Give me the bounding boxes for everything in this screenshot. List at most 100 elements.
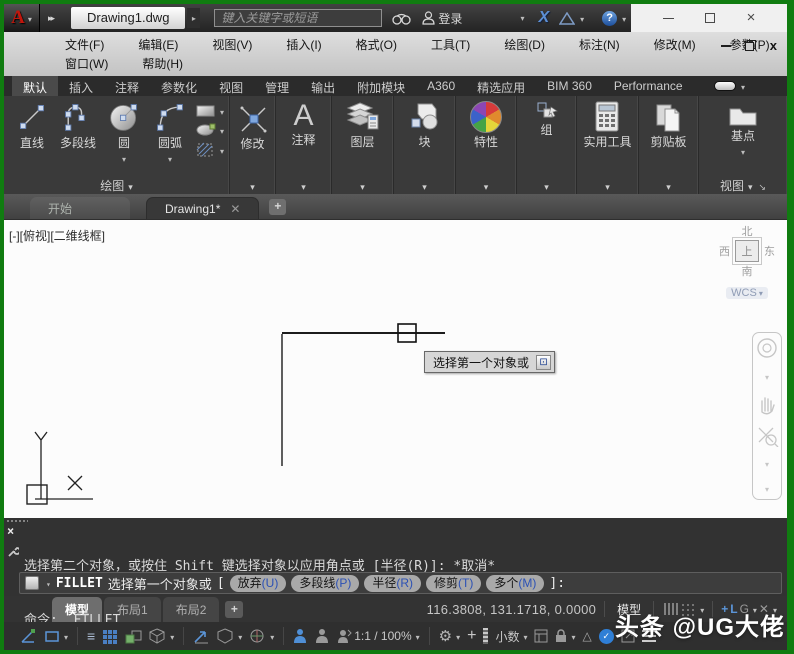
ribbon-tab-addins[interactable]: 附加模块 xyxy=(346,76,416,96)
workspace-switching-button[interactable] xyxy=(439,627,460,645)
annotation-scale-button[interactable]: 1:1 / 100% xyxy=(337,628,419,644)
selection-cycling-button[interactable] xyxy=(125,629,142,644)
ellipse-tool[interactable] xyxy=(195,122,224,137)
quick-properties-button[interactable] xyxy=(534,629,548,643)
pan-hand-icon[interactable] xyxy=(756,392,778,416)
option-multiple-button[interactable]: 多个(M) xyxy=(486,574,545,592)
viewcube[interactable]: 北 西 上 东 南 WCS xyxy=(712,223,782,299)
annotate-panel-footer[interactable] xyxy=(276,177,331,194)
dynamic-ucs-button[interactable] xyxy=(249,628,274,644)
doc-close-button[interactable] xyxy=(770,38,777,53)
app-menu-button[interactable]: A xyxy=(4,4,40,32)
tooltip-options-button[interactable] xyxy=(536,354,552,370)
signin-button[interactable]: 登录 xyxy=(422,10,462,27)
recent-commands-icon[interactable] xyxy=(25,576,39,590)
recent-commands-caret-icon[interactable] xyxy=(44,576,51,591)
lineweight-display-button[interactable] xyxy=(87,628,95,644)
menu-insert[interactable]: 插入(I) xyxy=(269,36,338,53)
search-button[interactable] xyxy=(392,12,412,25)
exchange-apps-icon[interactable]: X xyxy=(538,9,549,27)
viewcube-south[interactable]: 南 xyxy=(712,263,782,279)
hatch-tool[interactable] xyxy=(195,141,224,158)
properties-tool[interactable]: 特性 xyxy=(464,101,508,177)
signin-caret-icon[interactable] xyxy=(518,14,524,23)
isolate-objects-icon[interactable] xyxy=(582,629,591,643)
object-snap-3d-button[interactable] xyxy=(217,628,242,644)
ribbon-tab-annotate[interactable]: 注释 xyxy=(104,76,150,96)
basepoint-dropdown-icon[interactable] xyxy=(741,144,745,158)
zoom-extents-icon[interactable] xyxy=(755,423,779,447)
transparency-button[interactable] xyxy=(102,629,118,644)
block-tool[interactable]: 块 xyxy=(402,101,448,177)
ribbon-tab-a360[interactable]: A360 xyxy=(416,76,466,96)
option-trim-button[interactable]: 修剪(T) xyxy=(426,574,482,592)
basepoint-tool[interactable]: 基点 xyxy=(720,101,766,177)
rectangle-tool[interactable] xyxy=(195,103,224,118)
close-button[interactable] xyxy=(747,13,756,23)
polar-tracking-button[interactable] xyxy=(20,628,37,644)
steering-wheel-icon[interactable] xyxy=(755,336,779,360)
menu-modify[interactable]: 修改(M) xyxy=(637,36,713,53)
quick-access-expand-button[interactable]: ▸▸ xyxy=(40,11,61,26)
menu-file[interactable]: 文件(F) xyxy=(48,36,121,53)
circle-dropdown-icon[interactable] xyxy=(122,151,126,165)
draw-panel-footer[interactable]: 绘图 xyxy=(4,177,229,194)
command-input-line[interactable]: FILLET 选择第一个对象或 [ 放弃(U) 多段线(P) 半径(R) 修剪(… xyxy=(19,572,782,594)
ribbon-collapse-button[interactable] xyxy=(713,76,745,96)
new-drawing-button[interactable] xyxy=(269,199,287,215)
minimize-button[interactable] xyxy=(662,17,674,19)
search-input[interactable] xyxy=(214,9,383,27)
polyline-tool[interactable]: 多段线 xyxy=(55,101,101,177)
group-panel-footer[interactable] xyxy=(517,177,576,194)
annotation-monitor-button[interactable] xyxy=(467,627,476,645)
menu-draw[interactable]: 绘图(D) xyxy=(487,36,562,53)
osnap-3d-button[interactable] xyxy=(149,628,174,644)
clipboard-panel-footer[interactable] xyxy=(639,177,698,194)
properties-panel-footer[interactable] xyxy=(456,177,516,194)
file-tab-close-icon[interactable] xyxy=(230,202,240,216)
arc-tool[interactable]: 圆弧 xyxy=(147,101,193,177)
file-tab-drawing1[interactable]: Drawing1* xyxy=(146,197,260,219)
modify-panel-footer[interactable] xyxy=(230,177,275,194)
wcs-dropdown[interactable]: WCS xyxy=(726,287,768,299)
ribbon-tab-manage[interactable]: 管理 xyxy=(254,76,300,96)
menu-window[interactable]: 窗口(W) xyxy=(48,55,125,72)
title-dropdown-button[interactable]: ▸ xyxy=(187,8,201,28)
block-panel-footer[interactable] xyxy=(394,177,455,194)
menu-tools[interactable]: 工具(T) xyxy=(414,36,487,53)
command-customize-wrench-icon[interactable] xyxy=(6,546,19,559)
isometric-drafting-button[interactable] xyxy=(44,629,68,643)
menu-format[interactable]: 格式(O) xyxy=(339,36,414,53)
file-tab-start[interactable]: 开始 xyxy=(30,197,130,219)
help-button[interactable]: ? xyxy=(602,10,626,26)
doc-restore-button[interactable] xyxy=(744,40,756,51)
circle-tool[interactable]: 圆 xyxy=(101,101,147,177)
option-radius-button[interactable]: 半径(R) xyxy=(364,574,422,592)
utilities-tool[interactable]: 实用工具 xyxy=(577,101,637,177)
menu-edit[interactable]: 编辑(E) xyxy=(121,36,195,53)
units-dropdown[interactable]: 小数 xyxy=(495,628,527,645)
viewcube-west[interactable]: 西 xyxy=(719,243,730,259)
group-tool[interactable]: 组 xyxy=(530,101,564,177)
a360-button[interactable] xyxy=(559,11,584,25)
ribbon-tab-home[interactable]: 默认 xyxy=(12,76,59,96)
annotate-tool[interactable]: A 注释 xyxy=(285,101,321,177)
drawing-canvas[interactable]: [-][俯视][二维线框] 选择第一个对象或 北 西 上 东 xyxy=(4,220,787,518)
zoom-caret-icon[interactable] xyxy=(765,454,769,472)
navigation-bar[interactable] xyxy=(752,332,782,500)
viewcube-north[interactable]: 北 xyxy=(712,223,782,239)
autoscale-annotation-button[interactable] xyxy=(315,628,330,644)
line-tool[interactable]: 直线 xyxy=(9,101,55,177)
modify-tool[interactable]: 修改 xyxy=(230,101,276,177)
menu-help[interactable]: 帮助(H) xyxy=(125,55,200,72)
panel-launcher-icon[interactable] xyxy=(757,179,767,193)
clipboard-tool[interactable]: 剪贴板 xyxy=(644,101,692,177)
annotation-visibility-button[interactable] xyxy=(293,628,308,644)
option-undo-button[interactable]: 放弃(U) xyxy=(229,574,287,592)
arc-dropdown-icon[interactable] xyxy=(168,151,172,165)
utilities-panel-footer[interactable] xyxy=(577,177,638,194)
option-polyline-button[interactable]: 多段线(P) xyxy=(291,574,360,592)
ribbon-tab-output[interactable]: 输出 xyxy=(300,76,346,96)
view-panel-footer[interactable]: 视图 xyxy=(699,177,787,194)
menu-view[interactable]: 视图(V) xyxy=(195,36,269,53)
